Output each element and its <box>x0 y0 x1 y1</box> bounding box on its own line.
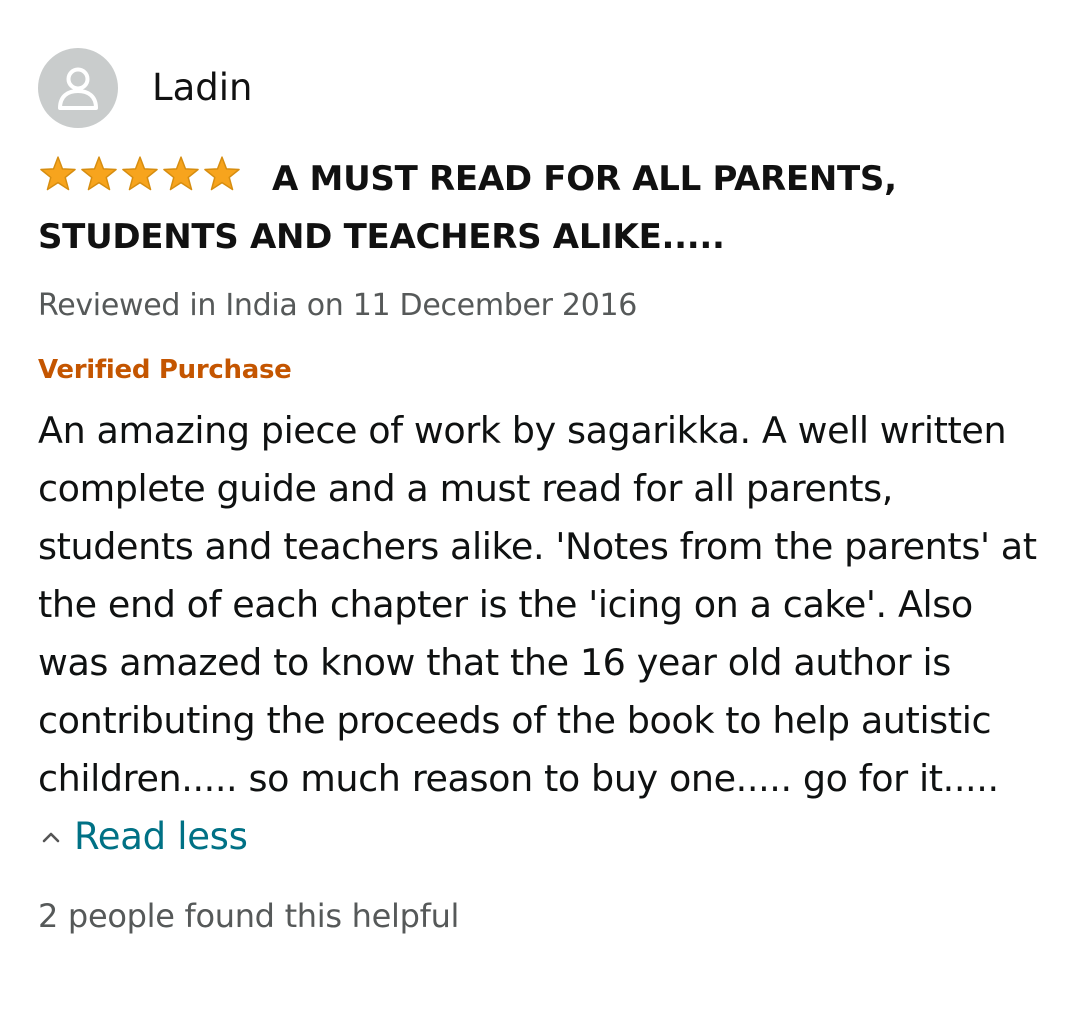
user-silhouette-icon <box>58 67 98 110</box>
review-card: Ladin A MUST READ FOR ALL PARENTS, STUDE… <box>38 48 1048 936</box>
star-icon <box>122 156 158 191</box>
star-icon <box>81 156 117 191</box>
star-rating <box>38 155 242 193</box>
review-body: An amazing piece of work by sagarikka. A… <box>38 409 1037 800</box>
chevron-up-icon <box>42 832 60 843</box>
read-less-label[interactable]: Read less <box>74 808 248 866</box>
reviewer-profile[interactable]: Ladin <box>38 48 1048 128</box>
helpful-count: 2 people found this helpful <box>38 897 460 935</box>
review-title-block[interactable]: A MUST READ FOR ALL PARENTS, STUDENTS AN… <box>38 150 1048 266</box>
review-date: Reviewed in India on 11 December 2016 <box>38 288 638 323</box>
verified-purchase-badge: Verified Purchase <box>38 355 292 385</box>
star-icon <box>204 156 240 191</box>
star-icon <box>40 156 76 191</box>
avatar[interactable] <box>38 48 118 128</box>
reviewer-name[interactable]: Ladin <box>152 48 253 128</box>
star-icon <box>163 156 199 191</box>
read-less-link[interactable]: Read less <box>38 808 1048 866</box>
